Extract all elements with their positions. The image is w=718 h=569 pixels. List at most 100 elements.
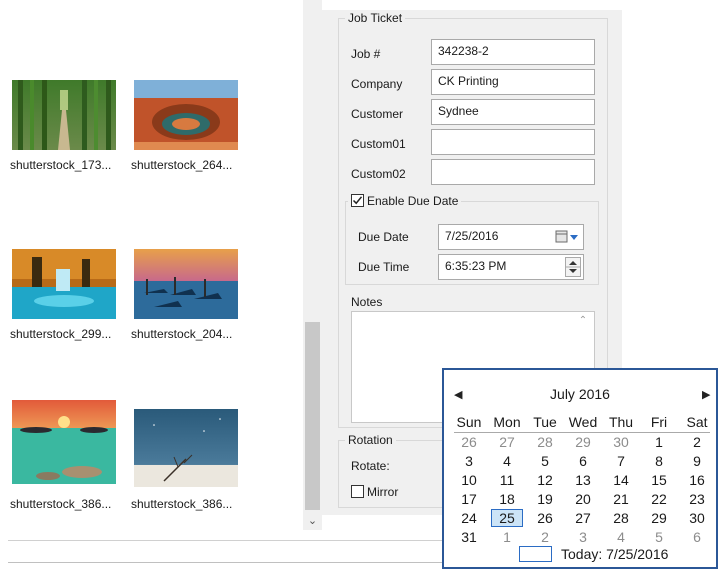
calendar-day[interactable]: 13 <box>564 471 602 489</box>
calendar-day-label: 7 <box>617 453 625 469</box>
calendar-month-title[interactable]: July 2016 <box>444 386 716 402</box>
calendar-day[interactable]: 28 <box>526 433 564 451</box>
calendar-day-label: 28 <box>613 510 629 526</box>
calendar-day[interactable]: 30 <box>678 509 716 527</box>
calendar-day[interactable]: 4 <box>488 452 526 470</box>
calendar-day[interactable]: 18 <box>488 490 526 508</box>
job-ticket-legend: Job Ticket <box>345 11 406 25</box>
calendar-day[interactable]: 2 <box>526 528 564 546</box>
custom01-field[interactable] <box>431 129 595 155</box>
calendar-day-label: 31 <box>461 529 477 545</box>
calendar-day[interactable]: 20 <box>564 490 602 508</box>
calendar-day-label: 24 <box>461 510 477 526</box>
calendar-day[interactable]: 16 <box>678 471 716 489</box>
scrollbar-thumb[interactable] <box>305 322 320 510</box>
weekday-header: Sat <box>686 414 708 430</box>
date-picker-popup[interactable]: ◀ July 2016 ▶ Sun Mon Tue Wed Thu Fri Sa… <box>442 368 718 569</box>
calendar-day[interactable]: 23 <box>678 490 716 508</box>
calendar-day[interactable]: 31 <box>450 528 488 546</box>
calendar-day-label: 27 <box>499 434 515 450</box>
calendar-day[interactable]: 11 <box>488 471 526 489</box>
today-link[interactable]: Today: 7/25/2016 <box>561 546 668 562</box>
calendar-day[interactable]: 25 <box>488 509 526 527</box>
thumbnail-caption: shutterstock_299... <box>10 327 112 341</box>
gondolas-sunset-photo <box>134 249 238 319</box>
company-field[interactable]: CK Printing <box>431 69 595 95</box>
calendar-day[interactable]: 15 <box>640 471 678 489</box>
notes-scroll-up-icon[interactable]: ⌃ <box>575 315 591 329</box>
calendar-day[interactable]: 12 <box>526 471 564 489</box>
chevron-right-icon[interactable]: ▶ <box>702 388 710 401</box>
calendar-day[interactable]: 26 <box>450 433 488 451</box>
bamboo-forest-photo <box>12 80 116 150</box>
today-marker[interactable] <box>519 546 552 562</box>
calendar-day-label: 21 <box>613 491 629 507</box>
custom02-label: Custom02 <box>351 167 406 181</box>
custom01-label: Custom01 <box>351 137 406 151</box>
job-ticket-group: Job Ticket Job # 342238-2 Company CK Pri… <box>338 11 608 428</box>
calendar-day[interactable]: 14 <box>602 471 640 489</box>
due-time-field[interactable]: 6:35:23 PM <box>438 254 584 280</box>
mirror-checkbox[interactable]: Mirror <box>351 485 398 499</box>
calendar-day-label: 5 <box>655 529 663 545</box>
enable-due-date-checkbox[interactable]: Enable Due Date <box>348 194 462 208</box>
snowy-branch-photo <box>134 409 238 487</box>
calendar-day[interactable]: 22 <box>640 490 678 508</box>
calendar-day-label: 10 <box>461 472 477 488</box>
calendar-day[interactable]: 3 <box>564 528 602 546</box>
calendar-day[interactable]: 28 <box>602 509 640 527</box>
job-number-label: Job # <box>351 47 381 61</box>
calendar-dropdown-icon[interactable] <box>555 229 579 245</box>
calendar-day[interactable]: 30 <box>602 433 640 451</box>
calendar-day-label: 4 <box>503 453 511 469</box>
calendar-day[interactable]: 27 <box>564 509 602 527</box>
calendar-day-label: 14 <box>613 472 629 488</box>
calendar-day-label: 22 <box>651 491 667 507</box>
calendar-day[interactable]: 8 <box>640 452 678 470</box>
scroll-down-arrow-icon[interactable]: ⌄ <box>303 512 322 530</box>
rotate-label: Rotate: <box>351 459 390 473</box>
calendar-day-label: 12 <box>537 472 553 488</box>
calendar-day-label: 25 <box>491 509 523 527</box>
calendar-day[interactable]: 10 <box>450 471 488 489</box>
calendar-day[interactable]: 29 <box>564 433 602 451</box>
calendar-day[interactable]: 9 <box>678 452 716 470</box>
calendar-day[interactable]: 27 <box>488 433 526 451</box>
calendar-day-label: 1 <box>503 529 511 545</box>
calendar-day-label: 16 <box>689 472 705 488</box>
calendar-day-label: 9 <box>693 453 701 469</box>
vertical-scrollbar[interactable]: ⌄ <box>303 0 322 530</box>
thumbnail-caption: shutterstock_204... <box>131 327 233 341</box>
weekday-header: Sun <box>456 414 482 430</box>
calendar-day[interactable]: 2 <box>678 433 716 451</box>
calendar-day-label: 30 <box>689 510 705 526</box>
calendar-day[interactable]: 29 <box>640 509 678 527</box>
calendar-day[interactable]: 3 <box>450 452 488 470</box>
calendar-day[interactable]: 26 <box>526 509 564 527</box>
calendar-day[interactable]: 1 <box>640 433 678 451</box>
calendar-day[interactable]: 21 <box>602 490 640 508</box>
notes-label: Notes <box>351 295 383 309</box>
thumbnail-caption: shutterstock_386... <box>10 497 112 511</box>
calendar-day[interactable]: 5 <box>526 452 564 470</box>
time-spinner-icon[interactable] <box>565 257 581 277</box>
mirror-label: Mirror <box>367 485 399 499</box>
calendar-day-label: 18 <box>499 491 515 507</box>
job-number-field[interactable]: 342238-2 <box>431 39 595 65</box>
calendar-day[interactable]: 4 <box>602 528 640 546</box>
custom02-field[interactable] <box>431 159 595 185</box>
autumn-waterfall-photo <box>12 249 116 319</box>
calendar-day[interactable]: 17 <box>450 490 488 508</box>
calendar-day[interactable]: 7 <box>602 452 640 470</box>
customer-field[interactable]: Sydnee <box>431 99 595 125</box>
calendar-day[interactable]: 19 <box>526 490 564 508</box>
calendar-day[interactable]: 24 <box>450 509 488 527</box>
calendar-day[interactable]: 5 <box>640 528 678 546</box>
weekday-header: Tue <box>533 414 557 430</box>
calendar-day-label: 4 <box>617 529 625 545</box>
calendar-day-label: 2 <box>693 434 701 450</box>
calendar-day[interactable]: 6 <box>678 528 716 546</box>
calendar-day[interactable]: 1 <box>488 528 526 546</box>
calendar-day[interactable]: 6 <box>564 452 602 470</box>
due-date-picker[interactable]: 7/25/2016 <box>438 224 584 250</box>
